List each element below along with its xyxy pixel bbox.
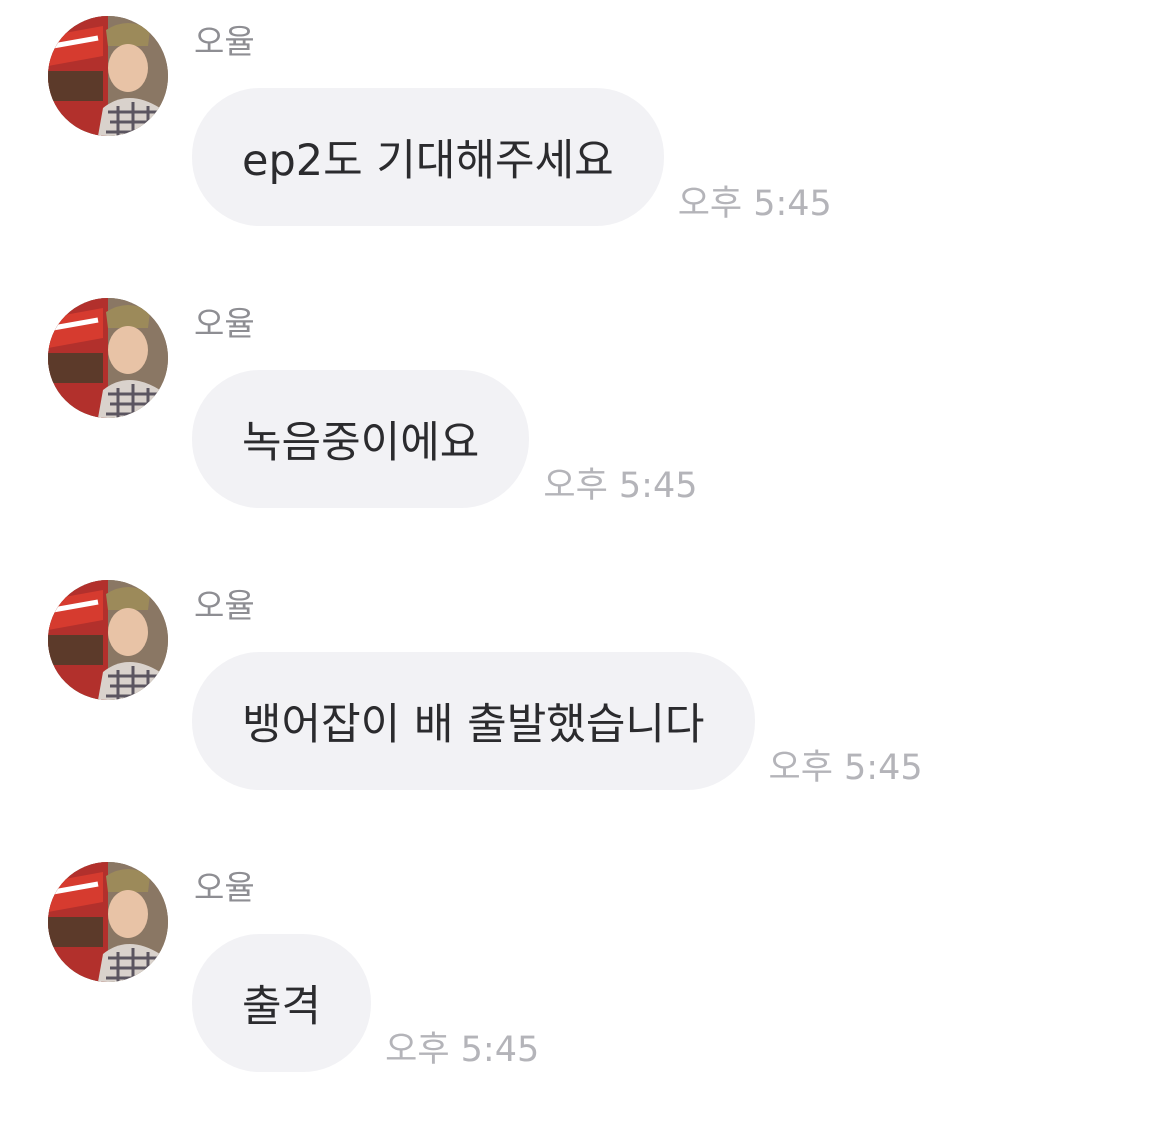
profile-photo-icon [48, 298, 168, 418]
profile-photo-icon [48, 580, 168, 700]
avatar[interactable] [48, 16, 168, 136]
message-group: 오율 녹음중이에요 오후 5:45 [0, 282, 1170, 564]
sender-name: 오율 [194, 22, 255, 61]
chat-thread: 오율 ep2도 기대해주세요 오후 5:45 오율 녹음중이에요 오후 5:45 [0, 0, 1170, 1087]
profile-photo-icon [48, 862, 168, 982]
message-timestamp: 오후 5:45 [385, 1030, 540, 1070]
profile-photo-icon [48, 16, 168, 136]
message-row: 녹음중이에요 오후 5:45 [192, 370, 698, 508]
sender-name: 오율 [194, 586, 255, 625]
avatar[interactable] [48, 862, 168, 982]
message-group: 오율 출격 오후 5:45 [0, 846, 1170, 1128]
message-timestamp: 오후 5:45 [768, 748, 923, 788]
message-group: 오율 ep2도 기대해주세요 오후 5:45 [0, 0, 1170, 282]
avatar[interactable] [48, 580, 168, 700]
sender-name: 오율 [194, 304, 255, 343]
message-group: 오율 뱅어잡이 배 출발했습니다 오후 5:45 [0, 564, 1170, 846]
message-row: 뱅어잡이 배 출발했습니다 오후 5:45 [192, 652, 923, 790]
message-bubble[interactable]: ep2도 기대해주세요 [192, 88, 664, 226]
message-bubble[interactable]: 뱅어잡이 배 출발했습니다 [192, 652, 755, 790]
message-timestamp: 오후 5:45 [543, 466, 698, 506]
avatar[interactable] [48, 298, 168, 418]
message-bubble[interactable]: 녹음중이에요 [192, 370, 530, 508]
sender-name: 오율 [194, 868, 255, 907]
message-row: 출격 오후 5:45 [192, 934, 539, 1072]
message-timestamp: 오후 5:45 [677, 184, 832, 224]
message-bubble[interactable]: 출격 [192, 934, 372, 1072]
message-row: ep2도 기대해주세요 오후 5:45 [192, 88, 832, 226]
